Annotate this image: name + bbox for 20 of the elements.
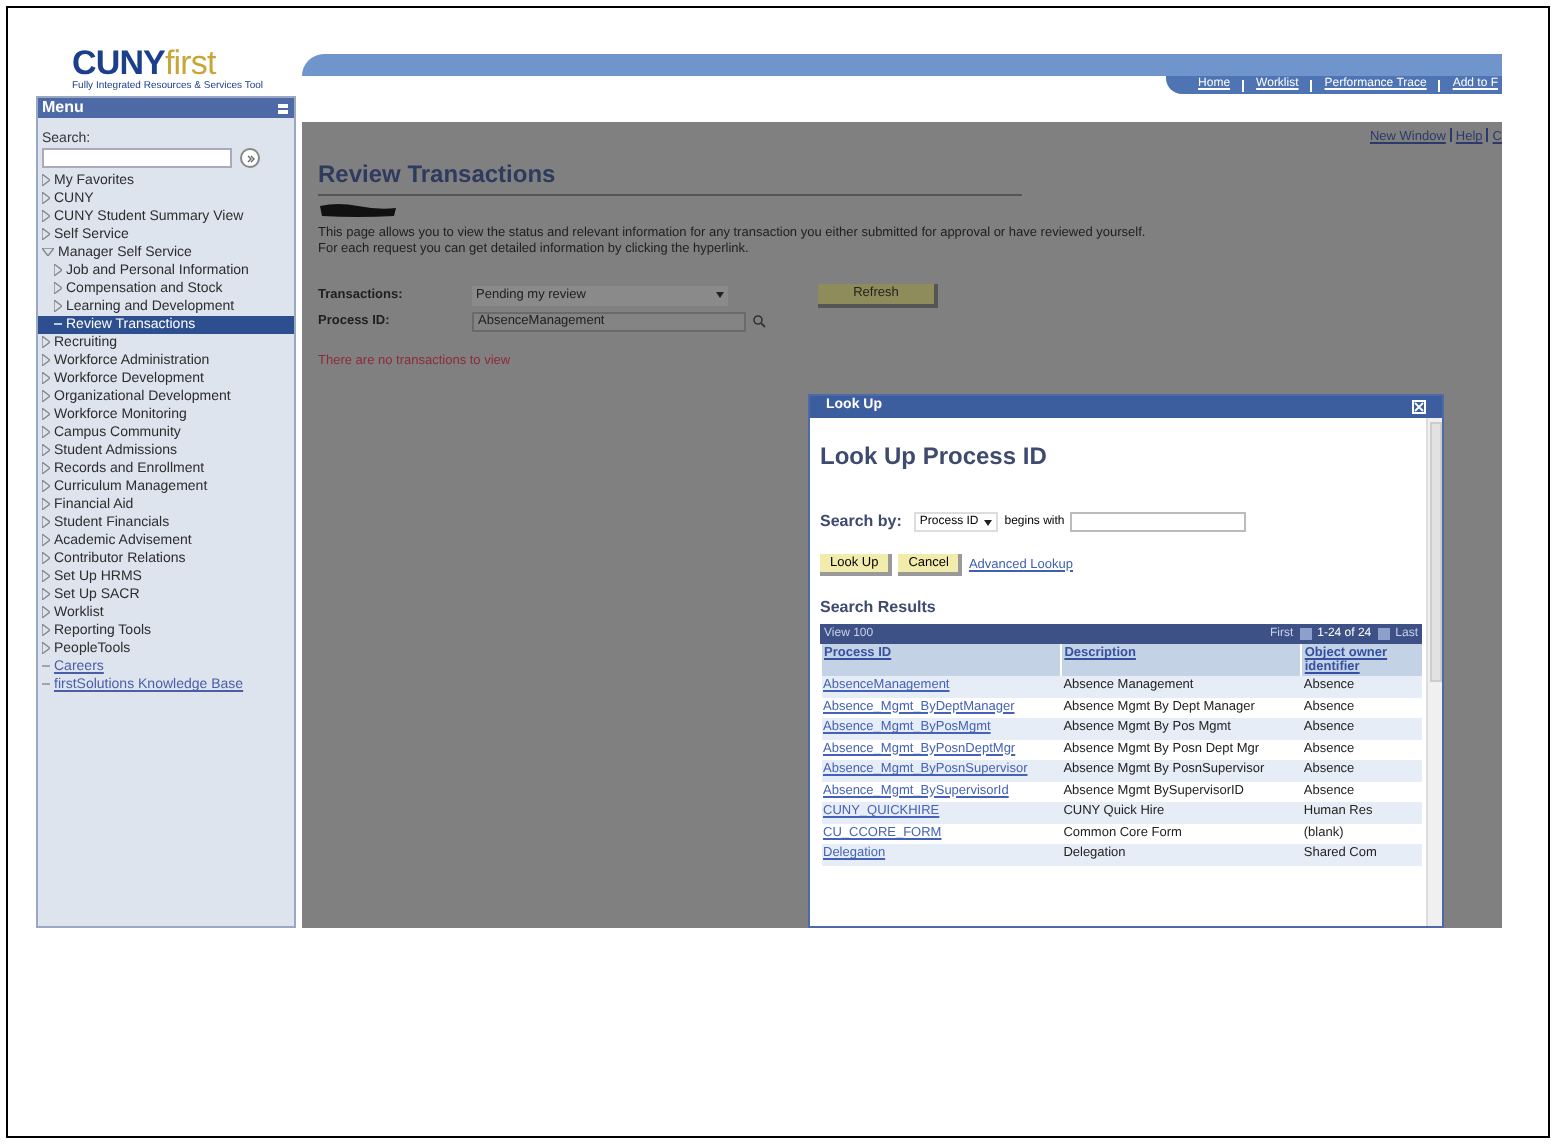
redaction-mark (318, 201, 398, 218)
collapse-icon[interactable] (276, 101, 290, 115)
menu-title: Menu (42, 96, 84, 120)
close-icon[interactable] (1412, 400, 1426, 414)
results-title: Search Results (820, 596, 938, 620)
logo-text: first (164, 43, 216, 81)
dropdown-arrow-icon (716, 292, 724, 299)
go-icon[interactable] (240, 148, 260, 168)
dropdown-arrow-icon (984, 519, 993, 525)
search-icon[interactable] (752, 314, 766, 329)
scrollbar[interactable] (1426, 418, 1442, 926)
page-title: Review Transactions (318, 159, 558, 188)
lookup-title: Look Up Process ID (820, 442, 1049, 470)
collapse-icon (42, 248, 54, 256)
search-field[interactable] (42, 148, 232, 168)
logo-text: CUNY (72, 43, 165, 81)
search-by-label: Search by: (820, 510, 902, 534)
previous-icon[interactable] (1299, 628, 1312, 640)
next-icon[interactable] (1377, 628, 1390, 640)
search-value-field[interactable] (1070, 512, 1247, 532)
